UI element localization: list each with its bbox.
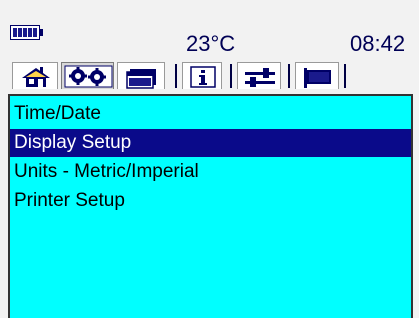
tab-flag[interactable] [295,62,339,89]
clock-readout: 08:42 [350,31,406,56]
info-icon [190,66,216,88]
tab-home[interactable] [12,62,58,89]
menu-item-units[interactable]: Units - Metric/Imperial [10,158,411,186]
menu-item-display-setup[interactable]: Display Setup [10,129,411,157]
menu-item-printer-setup[interactable]: Printer Setup [10,187,411,215]
tab-separator [288,64,290,88]
tab-separator [344,64,346,88]
gears-icon [64,65,113,88]
tab-windows[interactable] [117,62,165,89]
settings-menu: Time/Date Display Setup Units - Metric/I… [8,94,413,318]
tab-sliders[interactable] [237,62,281,89]
tab-separator [230,64,232,88]
menu-item-time-date[interactable]: Time/Date [10,100,411,128]
tab-settings[interactable] [61,62,114,89]
tab-info[interactable] [182,62,222,89]
sliders-icon [245,68,275,87]
flag-icon [304,68,331,88]
tab-separator [175,64,177,88]
tab-bar [12,62,346,90]
battery-full-icon [10,25,43,40]
home-icon [22,67,50,87]
temperature-readout: 23°C [186,31,236,56]
windows-icon [126,69,156,89]
